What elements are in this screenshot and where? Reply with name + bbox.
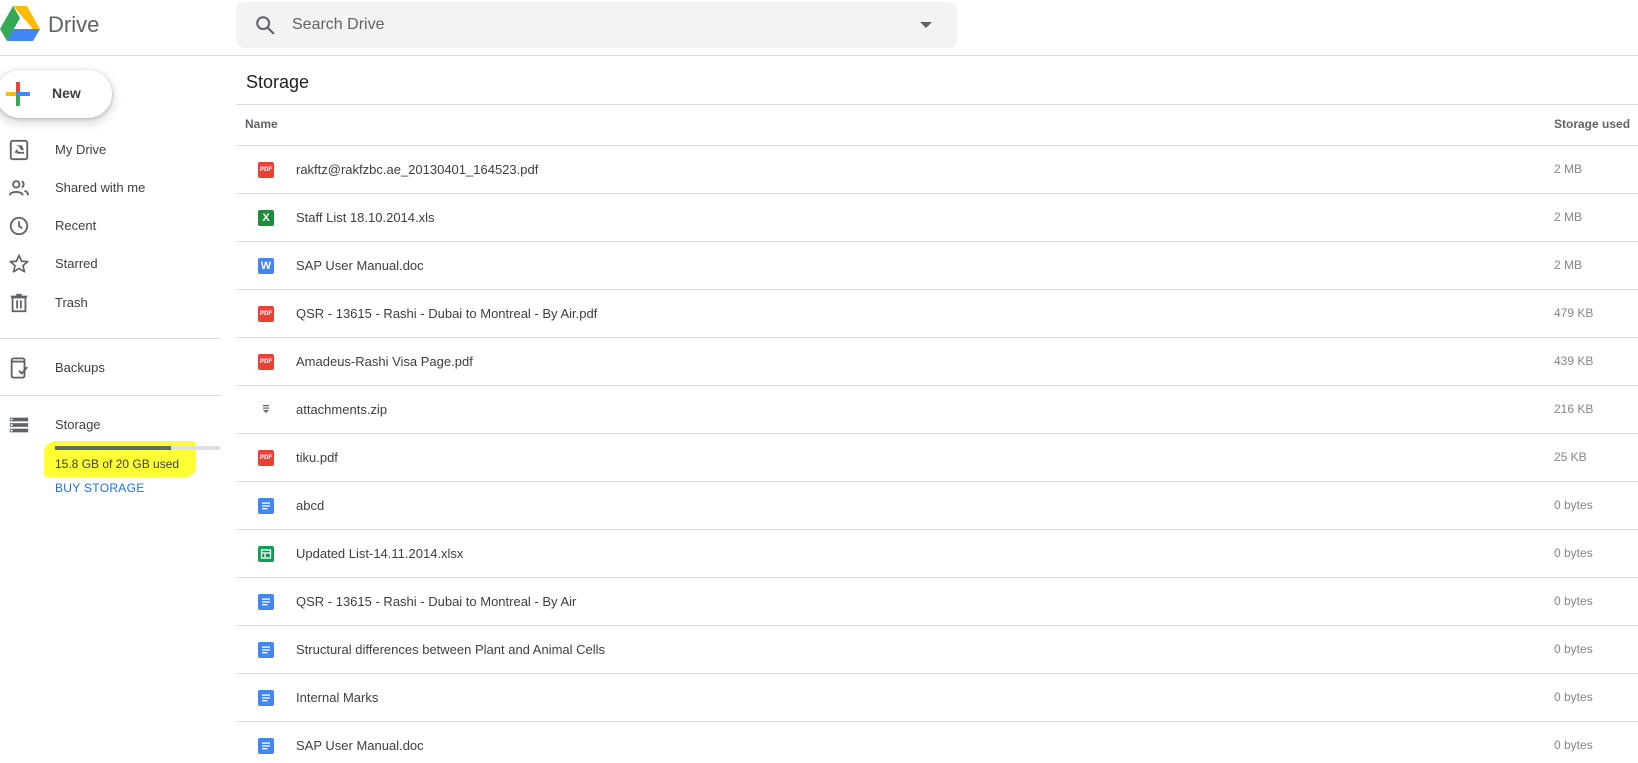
main-content: Storage Name Storage used PDF rakftz@rak…: [236, 56, 1638, 763]
file-size: 2 MB: [1554, 162, 1583, 176]
pdf-file-icon: PDF: [258, 162, 274, 178]
file-size: 0 bytes: [1554, 642, 1593, 656]
sidebar-item-label: Trash: [55, 295, 88, 310]
file-size: 216 KB: [1554, 402, 1594, 416]
table-row[interactable]: QSR - 13615 - Rashi - Dubai to Montreal …: [236, 578, 1638, 626]
file-size: 0 bytes: [1554, 594, 1593, 608]
table-row[interactable]: PDF tiku.pdf 25 KB: [236, 434, 1638, 482]
table-row[interactable]: abcd 0 bytes: [236, 482, 1638, 530]
google-doc-icon: [258, 642, 274, 658]
search-input[interactable]: [292, 10, 892, 40]
file-size: 25 KB: [1554, 450, 1587, 464]
file-name: SAP User Manual.doc: [296, 738, 424, 753]
pdf-file-icon: PDF: [258, 450, 274, 466]
sidebar-item-starred[interactable]: Starred: [0, 244, 222, 284]
pdf-file-icon: PDF: [258, 306, 274, 322]
file-size: 0 bytes: [1554, 546, 1593, 560]
file-size: 0 bytes: [1554, 690, 1593, 704]
sidebar-item-label: Shared with me: [55, 180, 146, 195]
search-options-button[interactable]: [1148, 12, 1176, 40]
file-size: 2 MB: [1554, 210, 1583, 224]
table-row[interactable]: PDF Amadeus-Rashi Visa Page.pdf 439 KB: [236, 338, 1638, 386]
table-row[interactable]: Internal Marks 0 bytes: [236, 674, 1638, 722]
drive-logo-icon[interactable]: [0, 6, 40, 42]
caret-down-icon: [920, 22, 932, 28]
page-title: Storage: [246, 72, 310, 92]
backup-phone-icon: [8, 357, 30, 379]
trash-icon: [8, 292, 30, 314]
file-size: 479 KB: [1554, 306, 1594, 320]
sidebar-item-label: Starred: [55, 256, 98, 271]
table-row[interactable]: W SAP User Manual.doc 2 MB: [236, 242, 1638, 290]
file-name: abcd: [296, 498, 325, 513]
word-file-icon: W: [258, 258, 274, 274]
table-row[interactable]: Updated List-14.11.2014.xlsx 0 bytes: [236, 530, 1638, 578]
file-name: attachments.zip: [296, 402, 388, 417]
file-name: QSR - 13615 - Rashi - Dubai to Montreal …: [296, 306, 598, 321]
file-name: QSR - 13615 - Rashi - Dubai to Montreal …: [296, 594, 577, 609]
star-icon: [8, 253, 30, 275]
plus-icon: [6, 82, 30, 106]
column-header-storage-used[interactable]: Storage used: [1554, 117, 1630, 131]
sidebar-item-label: Backups: [55, 360, 105, 375]
google-sheet-icon: [258, 546, 274, 562]
search-bar[interactable]: [236, 2, 957, 48]
search-icon[interactable]: [254, 14, 276, 36]
google-doc-icon: [258, 498, 274, 514]
file-size: 0 bytes: [1554, 498, 1593, 512]
sidebar-item-shared-with-me[interactable]: Shared with me: [0, 168, 222, 208]
clock-icon: [8, 215, 30, 237]
excel-file-icon: X: [258, 210, 274, 226]
table-row[interactable]: X Staff List 18.10.2014.xls 2 MB: [236, 194, 1638, 242]
google-doc-icon: [258, 690, 274, 706]
file-name: Internal Marks: [296, 690, 379, 705]
sidebar-item-trash[interactable]: Trash: [0, 283, 222, 323]
file-size: 439 KB: [1554, 354, 1594, 368]
file-name: Structural differences between Plant and…: [296, 642, 606, 657]
app-name[interactable]: Drive: [48, 12, 99, 38]
table-row[interactable]: PDF QSR - 13615 - Rashi - Dubai to Montr…: [236, 290, 1638, 338]
sidebar-item-label: My Drive: [55, 142, 107, 157]
zip-file-icon: [258, 402, 274, 418]
sidebar-item-my-drive[interactable]: My Drive: [0, 130, 222, 170]
top-header: Drive: [0, 0, 1638, 56]
storage-used-text: 15.8 GB of 20 GB used: [55, 457, 180, 471]
file-name: Amadeus-Rashi Visa Page.pdf: [296, 354, 473, 369]
table-row[interactable]: SAP User Manual.doc 0 bytes: [236, 722, 1638, 763]
file-name: SAP User Manual.doc: [296, 258, 424, 273]
sidebar-item-recent[interactable]: Recent: [0, 206, 222, 246]
storage-icon: [8, 414, 30, 436]
sidebar-item-storage[interactable]: Storage: [0, 405, 222, 445]
file-name: rakftz@rakfzbc.ae_20130401_164523.pdf: [296, 162, 539, 177]
storage-usage-bar-fill: [55, 446, 171, 450]
pdf-file-icon: PDF: [258, 354, 274, 370]
file-list: PDF rakftz@rakfzbc.ae_20130401_164523.pd…: [236, 146, 1638, 763]
sidebar-divider: [0, 338, 220, 339]
table-row[interactable]: Structural differences between Plant and…: [236, 626, 1638, 674]
table-row[interactable]: PDF rakftz@rakfzbc.ae_20130401_164523.pd…: [236, 146, 1638, 194]
file-size: 0 bytes: [1554, 738, 1593, 752]
google-doc-icon: [258, 738, 274, 754]
file-name: Updated List-14.11.2014.xlsx: [296, 546, 464, 561]
new-button[interactable]: New: [0, 70, 112, 118]
column-header-name[interactable]: Name: [245, 117, 278, 131]
new-button-label: New: [52, 85, 81, 101]
file-name: tiku.pdf: [296, 450, 338, 465]
storage-usage-bar: [55, 446, 220, 450]
file-name: Staff List 18.10.2014.xls: [296, 210, 435, 225]
sidebar: New My Drive Shared with me Recent Starr…: [0, 56, 222, 763]
sidebar-item-label: Storage: [55, 417, 101, 432]
google-doc-icon: [258, 594, 274, 610]
people-icon: [8, 177, 30, 199]
table-row[interactable]: attachments.zip 216 KB: [236, 386, 1638, 434]
sidebar-item-label: Recent: [55, 218, 97, 233]
my-drive-icon: [8, 139, 30, 161]
sidebar-item-backups[interactable]: Backups: [0, 348, 222, 388]
sidebar-divider: [0, 395, 220, 396]
buy-storage-link[interactable]: BUY STORAGE: [55, 481, 145, 495]
table-header: Name Storage used: [236, 104, 1638, 146]
file-size: 2 MB: [1554, 258, 1583, 272]
